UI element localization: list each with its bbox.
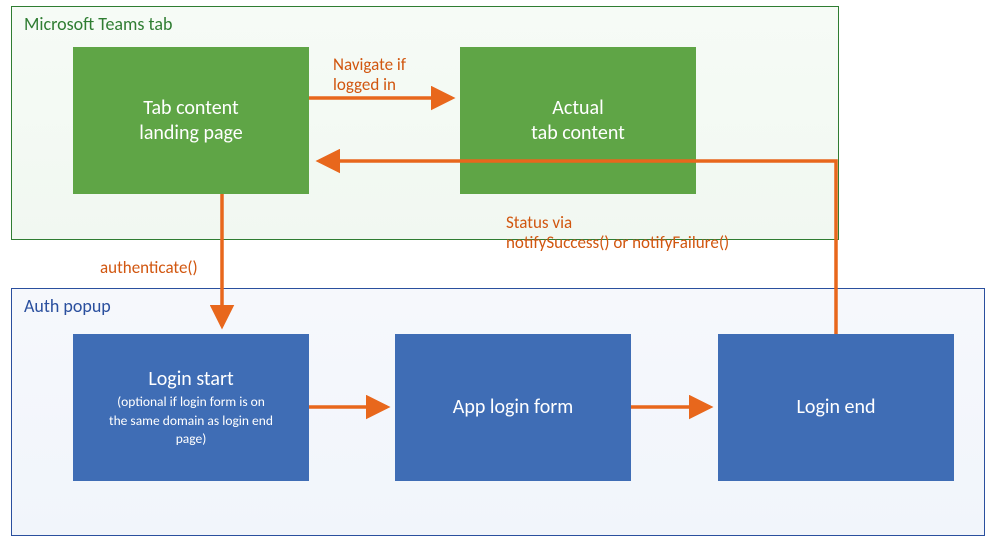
edge-label-authenticate-text: authenticate() (100, 257, 198, 278)
node-login-form-title: App login form (453, 395, 573, 420)
node-login-start-sub3: page) (176, 431, 207, 448)
edge-label-status-l2: notifySuccess() or notifyFailure() (506, 233, 729, 253)
node-landing-line2: landing page (139, 121, 243, 146)
node-tab-content-landing: Tab content landing page (73, 47, 309, 194)
edge-label-status-l1: Status via (506, 213, 729, 233)
edge-label-navigate: Navigate if logged in (333, 55, 406, 96)
node-login-start-title: Login start (148, 367, 233, 392)
frame-auth-label: Auth popup (24, 295, 111, 317)
edge-label-navigate-l1: Navigate if (333, 55, 406, 75)
frame-teams-label: Microsoft Teams tab (24, 13, 172, 35)
node-landing-line1: Tab content (143, 96, 238, 121)
node-login-end: Login end (718, 334, 954, 481)
node-actual-line2: tab content (531, 121, 625, 146)
node-login-start-sub1: (optional if login form is on (117, 394, 265, 411)
diagram-canvas: Microsoft Teams tab Auth popup Tab conte… (0, 0, 999, 544)
node-login-start-sub2: the same domain as login end (109, 413, 273, 430)
node-actual-tab-content: Actual tab content (460, 47, 696, 194)
node-login-end-title: Login end (797, 395, 876, 420)
edge-label-status: Status via notifySuccess() or notifyFail… (506, 213, 729, 254)
node-app-login-form: App login form (395, 334, 631, 481)
node-login-start: Login start (optional if login form is o… (73, 334, 309, 481)
edge-label-authenticate: authenticate() (100, 258, 198, 278)
edge-label-navigate-l2: logged in (333, 75, 406, 95)
node-actual-line1: Actual (552, 96, 603, 121)
